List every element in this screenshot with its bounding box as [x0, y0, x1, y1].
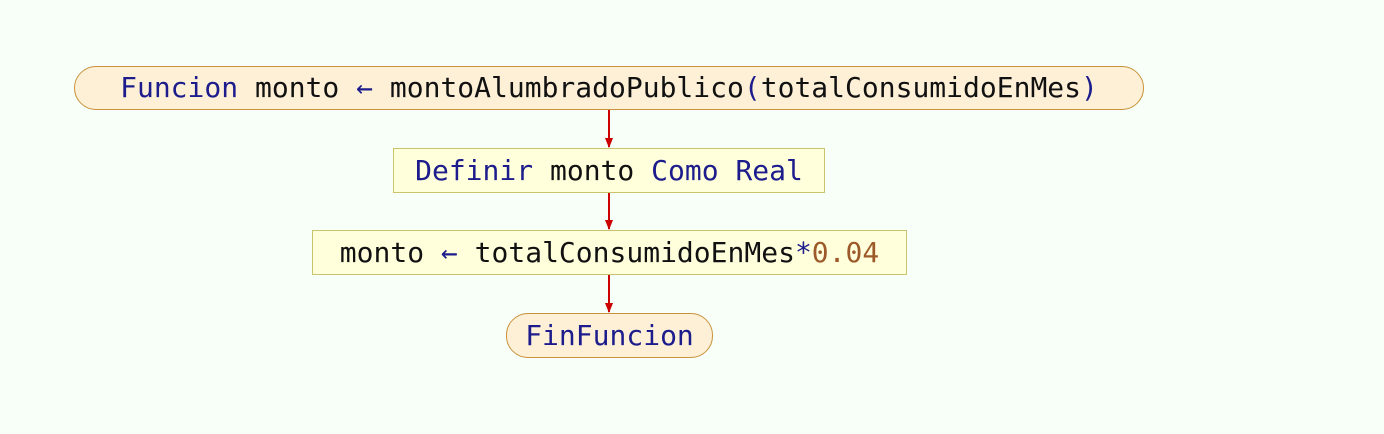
- type-keyword: Real: [735, 153, 803, 187]
- como-keyword: Como: [651, 153, 719, 187]
- define-keyword: Definir: [415, 153, 534, 187]
- function-keyword: Funcion: [120, 71, 239, 104]
- assign-arrow-icon: ←: [356, 71, 373, 104]
- function-parameter: totalConsumidoEnMes: [760, 71, 1082, 104]
- assign-arrow-icon: ←: [440, 235, 458, 269]
- operand-variable: totalConsumidoEnMes: [474, 235, 795, 269]
- defined-variable: monto: [549, 153, 635, 187]
- function-name: montoAlumbradoPublico: [389, 71, 744, 104]
- return-variable: monto: [254, 71, 340, 104]
- function-header-node: Funcion monto ← montoAlumbradoPublico(to…: [74, 66, 1144, 110]
- define-node: Definir monto Como Real: [393, 148, 825, 193]
- close-paren: ): [1081, 71, 1098, 104]
- multiply-operator: *: [794, 235, 812, 269]
- end-keyword: FinFuncion: [525, 318, 694, 352]
- rate-number: 0.04: [811, 235, 880, 269]
- open-paren: (: [743, 71, 761, 104]
- assignment-node: monto ← totalConsumidoEnMes * 0.04: [312, 230, 907, 275]
- end-function-node: FinFuncion: [506, 313, 713, 358]
- assigned-variable: monto: [339, 235, 425, 269]
